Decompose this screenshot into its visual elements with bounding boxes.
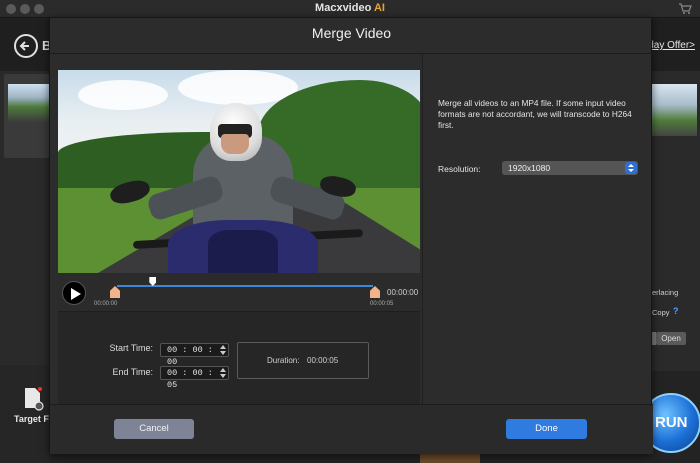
resolution-select[interactable]: 1920x1080 — [502, 161, 638, 175]
app-title-main: Macxvideo — [315, 2, 372, 14]
open-button[interactable]: Open — [656, 332, 686, 345]
app-title-ai: AI — [371, 2, 385, 14]
duration-box — [237, 342, 369, 379]
auto-copy-label: Copy — [652, 308, 670, 317]
target-format-icon[interactable] — [22, 386, 44, 412]
play-icon[interactable] — [62, 281, 86, 305]
end-time-stepper[interactable] — [219, 368, 227, 378]
cancel-button[interactable]: Cancel — [114, 419, 194, 439]
start-time-stepper[interactable] — [219, 345, 227, 355]
start-time-label: Start Time: — [109, 343, 153, 353]
app-title: Macxvideo AI — [0, 2, 700, 14]
dialog-title: Merge Video — [311, 25, 392, 41]
back-arrow-icon[interactable] — [14, 34, 38, 58]
start-time-input[interactable]: 00 : 00 : 00 — [160, 343, 229, 367]
merge-video-dialog: Merge Video 00:00:00 00:00:00 00:00:05 S… — [49, 17, 653, 454]
end-time-label: End Time: — [112, 367, 153, 377]
help-icon[interactable]: ? — [673, 306, 679, 316]
timeline-end-tick: 00:00:05 — [370, 301, 394, 307]
title-bar: Macxvideo AI — [0, 0, 700, 18]
app-window: Macxvideo AI B iday Offer> Target For er… — [0, 0, 700, 463]
end-time-input[interactable]: 00 : 00 : 05 — [160, 366, 229, 390]
current-time: 00:00:00 — [387, 288, 419, 297]
video-thumbnail — [8, 84, 50, 122]
dialog-divider — [50, 53, 653, 54]
merge-info-text: Merge all videos to an MP4 file. If some… — [438, 98, 632, 130]
trim-track[interactable] — [117, 285, 373, 287]
resolution-value: 1920x1080 — [508, 163, 551, 173]
holiday-offer-link[interactable]: iday Offer> — [646, 40, 695, 51]
duration-value: 00:00:05 — [307, 356, 339, 365]
duration-label: Duration: — [267, 356, 300, 365]
select-arrows-icon[interactable] — [625, 162, 637, 174]
done-button[interactable]: Done — [506, 419, 587, 439]
resolution-label: Resolution: — [438, 164, 481, 174]
preview-thumbnail — [651, 84, 697, 136]
video-preview[interactable] — [58, 70, 420, 273]
vertical-divider — [422, 54, 423, 404]
target-format-label: Target For — [14, 414, 50, 424]
deinterlacing-label: erlacing — [652, 288, 679, 297]
cart-icon[interactable] — [678, 2, 692, 15]
timeline-start-tick: 00:00:00 — [94, 301, 118, 307]
